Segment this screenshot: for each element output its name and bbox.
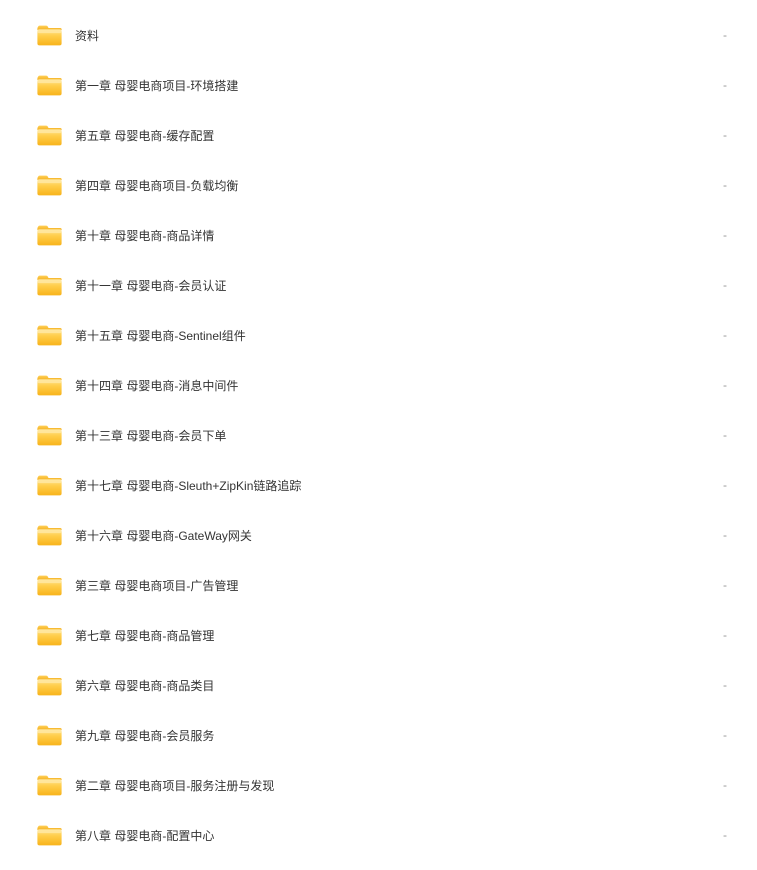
folder-name: 第七章 母婴电商-商品管理 bbox=[75, 627, 713, 644]
folder-name: 第十章 母婴电商-商品详情 bbox=[75, 227, 713, 244]
folder-icon bbox=[37, 225, 62, 246]
folder-name: 资料 bbox=[75, 27, 713, 44]
folder-row[interactable]: 第十五章 母婴电商-Sentinel组件- bbox=[0, 310, 757, 360]
folder-list: 资料- 第一章 母婴电商项目-环境搭建- 第五章 母婴电商-缓存配置- bbox=[0, 0, 757, 870]
folder-icon bbox=[37, 675, 62, 696]
folder-name: 第四章 母婴电商项目-负载均衡 bbox=[75, 177, 713, 194]
folder-row[interactable]: 第三章 母婴电商项目-广告管理- bbox=[0, 560, 757, 610]
folder-size: - bbox=[723, 178, 727, 192]
folder-name: 第十七章 母婴电商-Sleuth+ZipKin链路追踪 bbox=[75, 477, 713, 494]
folder-row[interactable]: 第六章 母婴电商-商品类目- bbox=[0, 660, 757, 710]
folder-size: - bbox=[723, 678, 727, 692]
folder-row[interactable]: 第十四章 母婴电商-消息中间件- bbox=[0, 360, 757, 410]
folder-icon bbox=[37, 325, 62, 346]
folder-size: - bbox=[723, 78, 727, 92]
folder-row[interactable]: 第一章 母婴电商项目-环境搭建- bbox=[0, 60, 757, 110]
folder-name: 第十一章 母婴电商-会员认证 bbox=[75, 277, 713, 294]
folder-name: 第十五章 母婴电商-Sentinel组件 bbox=[75, 327, 713, 344]
folder-icon bbox=[37, 25, 62, 46]
folder-row[interactable]: 第十章 母婴电商-商品详情- bbox=[0, 210, 757, 260]
folder-size: - bbox=[723, 478, 727, 492]
folder-row[interactable]: 资料- bbox=[0, 10, 757, 60]
folder-size: - bbox=[723, 128, 727, 142]
folder-size: - bbox=[723, 428, 727, 442]
folder-name: 第一章 母婴电商项目-环境搭建 bbox=[75, 77, 713, 94]
folder-row[interactable]: 第十三章 母婴电商-会员下单- bbox=[0, 410, 757, 460]
folder-icon bbox=[37, 825, 62, 846]
folder-name: 第十六章 母婴电商-GateWay网关 bbox=[75, 527, 713, 544]
folder-name: 第十三章 母婴电商-会员下单 bbox=[75, 427, 713, 444]
folder-icon bbox=[37, 625, 62, 646]
folder-icon bbox=[37, 725, 62, 746]
folder-size: - bbox=[723, 228, 727, 242]
folder-icon bbox=[37, 75, 62, 96]
folder-row[interactable]: 第二章 母婴电商项目-服务注册与发现- bbox=[0, 760, 757, 810]
folder-size: - bbox=[723, 28, 727, 42]
folder-icon bbox=[37, 475, 62, 496]
folder-icon bbox=[37, 125, 62, 146]
folder-name: 第二章 母婴电商项目-服务注册与发现 bbox=[75, 777, 713, 794]
folder-name: 第十四章 母婴电商-消息中间件 bbox=[75, 377, 713, 394]
folder-size: - bbox=[723, 528, 727, 542]
folder-icon bbox=[37, 275, 62, 296]
folder-size: - bbox=[723, 728, 727, 742]
folder-size: - bbox=[723, 578, 727, 592]
folder-name: 第九章 母婴电商-会员服务 bbox=[75, 727, 713, 744]
folder-icon bbox=[37, 575, 62, 596]
folder-row[interactable]: 第十六章 母婴电商-GateWay网关- bbox=[0, 510, 757, 560]
folder-name: 第八章 母婴电商-配置中心 bbox=[75, 827, 713, 844]
folder-row[interactable]: 第四章 母婴电商项目-负载均衡- bbox=[0, 160, 757, 210]
folder-icon bbox=[37, 175, 62, 196]
folder-size: - bbox=[723, 278, 727, 292]
folder-icon bbox=[37, 425, 62, 446]
folder-icon bbox=[37, 775, 62, 796]
folder-size: - bbox=[723, 828, 727, 842]
folder-row[interactable]: 第九章 母婴电商-会员服务- bbox=[0, 710, 757, 760]
folder-size: - bbox=[723, 378, 727, 392]
folder-name: 第六章 母婴电商-商品类目 bbox=[75, 677, 713, 694]
folder-name: 第三章 母婴电商项目-广告管理 bbox=[75, 577, 713, 594]
folder-icon bbox=[37, 525, 62, 546]
folder-size: - bbox=[723, 328, 727, 342]
folder-name: 第五章 母婴电商-缓存配置 bbox=[75, 127, 713, 144]
folder-size: - bbox=[723, 778, 727, 792]
folder-row[interactable]: 第十七章 母婴电商-Sleuth+ZipKin链路追踪- bbox=[0, 460, 757, 510]
folder-row[interactable]: 第十一章 母婴电商-会员认证- bbox=[0, 260, 757, 310]
folder-row[interactable]: 第八章 母婴电商-配置中心- bbox=[0, 810, 757, 860]
folder-row[interactable]: 第五章 母婴电商-缓存配置- bbox=[0, 110, 757, 160]
folder-icon bbox=[37, 375, 62, 396]
folder-size: - bbox=[723, 628, 727, 642]
folder-row[interactable]: 第七章 母婴电商-商品管理- bbox=[0, 610, 757, 660]
